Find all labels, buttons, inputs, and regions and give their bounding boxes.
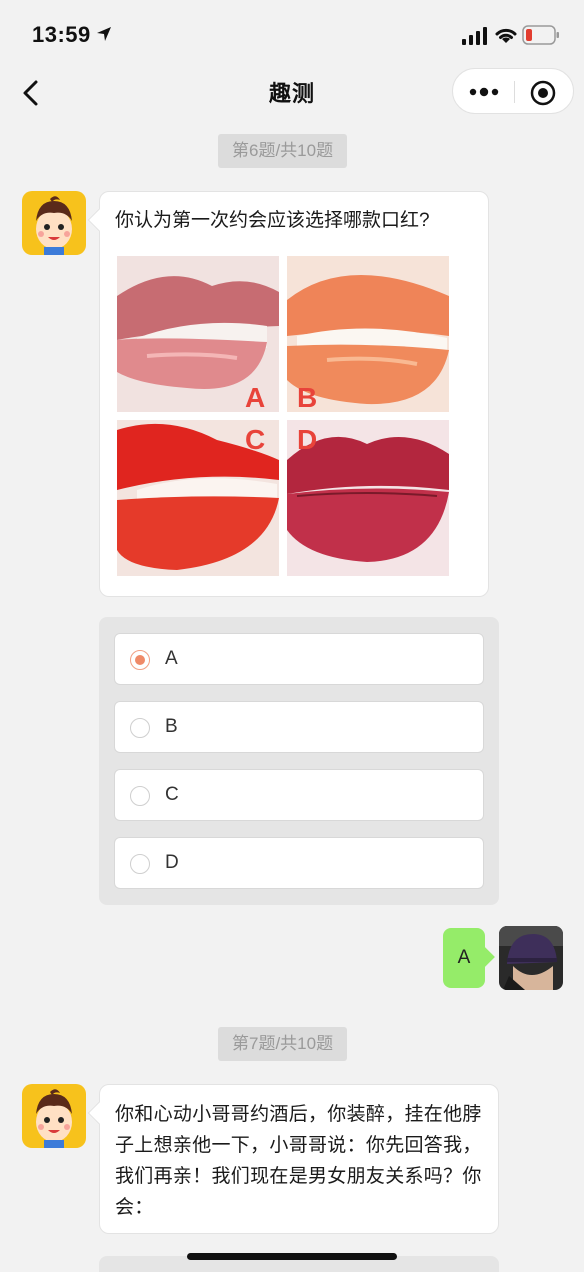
option-b-radio[interactable]: [130, 718, 150, 738]
question-bubble: 你和心动小哥哥约酒后，你装醉，挂在他脖子上想亲他一下，小哥哥说：你先回答我，我们…: [87, 1084, 499, 1234]
option-d-radio[interactable]: [130, 854, 150, 874]
user-answer-text: A: [457, 947, 471, 968]
home-indicator: [187, 1253, 397, 1260]
nav-bar: 趣测: [0, 66, 584, 118]
lipstick-image-grid[interactable]: A B C D: [117, 256, 449, 576]
more-icon[interactable]: [467, 81, 501, 103]
image-label-c: C: [245, 424, 266, 455]
option-d[interactable]: D: [114, 837, 484, 889]
image-label-a: A: [245, 382, 266, 413]
capsule-divider: [514, 81, 515, 103]
battery-low-icon: [522, 25, 559, 45]
option-b[interactable]: B: [114, 701, 484, 753]
status-bar: 13:59: [0, 0, 584, 66]
bot-avatar: [22, 191, 86, 255]
image-label-b: B: [297, 382, 318, 413]
options-card: A B C D: [99, 617, 499, 905]
user-avatar: [499, 926, 563, 990]
wifi-icon: [495, 28, 517, 43]
option-a[interactable]: A: [114, 633, 484, 685]
user-answer-bubble: A: [443, 928, 495, 988]
question-text: 你和心动小哥哥约酒后，你装醉，挂在他脖子上想亲他一下，小哥哥说：你先回答我，我们…: [115, 1104, 482, 1218]
option-a-label: A: [165, 648, 178, 669]
bubble-tail: [87, 1101, 111, 1125]
capsule-menu: [452, 68, 574, 114]
question-progress-tag: 第6题/共10题: [218, 134, 348, 168]
bot-avatar: [22, 1084, 86, 1148]
option-b-label: B: [165, 716, 178, 737]
option-a-radio[interactable]: [130, 650, 150, 670]
option-c[interactable]: C: [114, 769, 484, 821]
question-text: 你认为第一次约会应该选择哪款口红?: [115, 210, 430, 231]
option-c-radio[interactable]: [130, 786, 150, 806]
status-time: 13:59: [32, 22, 91, 47]
signal-icon: [462, 27, 487, 45]
image-label-d: D: [297, 424, 318, 455]
bubble-tail: [475, 947, 495, 967]
option-c-label: C: [165, 784, 179, 805]
question-progress-tag: 第7题/共10题: [218, 1027, 348, 1061]
location-arrow-icon: [97, 27, 111, 41]
option-d-label: D: [165, 852, 179, 873]
bubble-tail: [87, 208, 111, 232]
question-bubble: 你认为第一次约会应该选择哪款口红? A B C D: [87, 191, 489, 597]
target-icon[interactable]: [529, 79, 557, 107]
